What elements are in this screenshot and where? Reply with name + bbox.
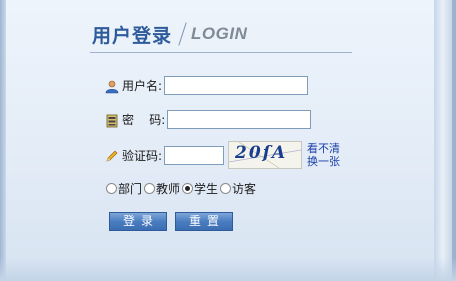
lock-icon (105, 113, 119, 127)
username-input[interactable] (164, 76, 309, 95)
password-input[interactable] (167, 110, 312, 129)
radio-label-visitor: 访客 (232, 182, 257, 196)
username-label: 用户名: (122, 79, 163, 93)
radio-label-teacher: 教师 (156, 182, 181, 196)
refresh-captcha-line2: 换一张 (307, 155, 341, 168)
bottom-shade (0, 257, 456, 281)
captcha-row: 验证码: 20ſA 看不清 换一张 (105, 141, 347, 169)
title-divider (178, 22, 187, 46)
password-row: 密 码: (105, 110, 312, 129)
radio-student[interactable] (182, 183, 194, 194)
radio-label-department: 部门 (118, 182, 143, 196)
role-radio-group: 部门 教师 学生 访客 (106, 180, 258, 197)
captcha-input[interactable] (164, 145, 225, 165)
radio-visitor[interactable] (220, 183, 232, 194)
radio-label-student: 学生 (194, 182, 219, 196)
window-frame-shade (452, 0, 456, 281)
refresh-captcha-link[interactable]: 看不清 换一张 (307, 142, 347, 168)
page-title: 用户登录 (92, 24, 173, 47)
role-option-visitor[interactable]: 访客 (220, 180, 256, 197)
page-subtitle: LOGIN (191, 24, 248, 43)
header-divider (90, 52, 352, 53)
username-row: 用户名: (105, 76, 309, 95)
window-frame-left (0, 0, 6, 281)
role-option-teacher[interactable]: 教师 (144, 180, 180, 197)
captcha-label: 验证码: (122, 148, 163, 163)
role-option-department[interactable]: 部门 (106, 180, 142, 197)
password-label: 密 码: (122, 113, 166, 127)
captcha-text: 20ſA (235, 143, 288, 163)
reset-button[interactable]: 重置 (175, 212, 233, 231)
login-header: 用户登录 LOGIN (92, 18, 247, 50)
user-icon (105, 79, 119, 93)
window-frame-right (434, 0, 456, 281)
radio-teacher[interactable] (144, 183, 156, 194)
radio-department[interactable] (106, 183, 117, 194)
refresh-captcha-line1: 看不清 (307, 142, 341, 155)
pencil-icon (105, 148, 119, 162)
role-option-student[interactable]: 学生 (182, 180, 218, 197)
captcha-image[interactable]: 20ſA (228, 141, 303, 169)
login-button[interactable]: 登录 (109, 212, 167, 231)
